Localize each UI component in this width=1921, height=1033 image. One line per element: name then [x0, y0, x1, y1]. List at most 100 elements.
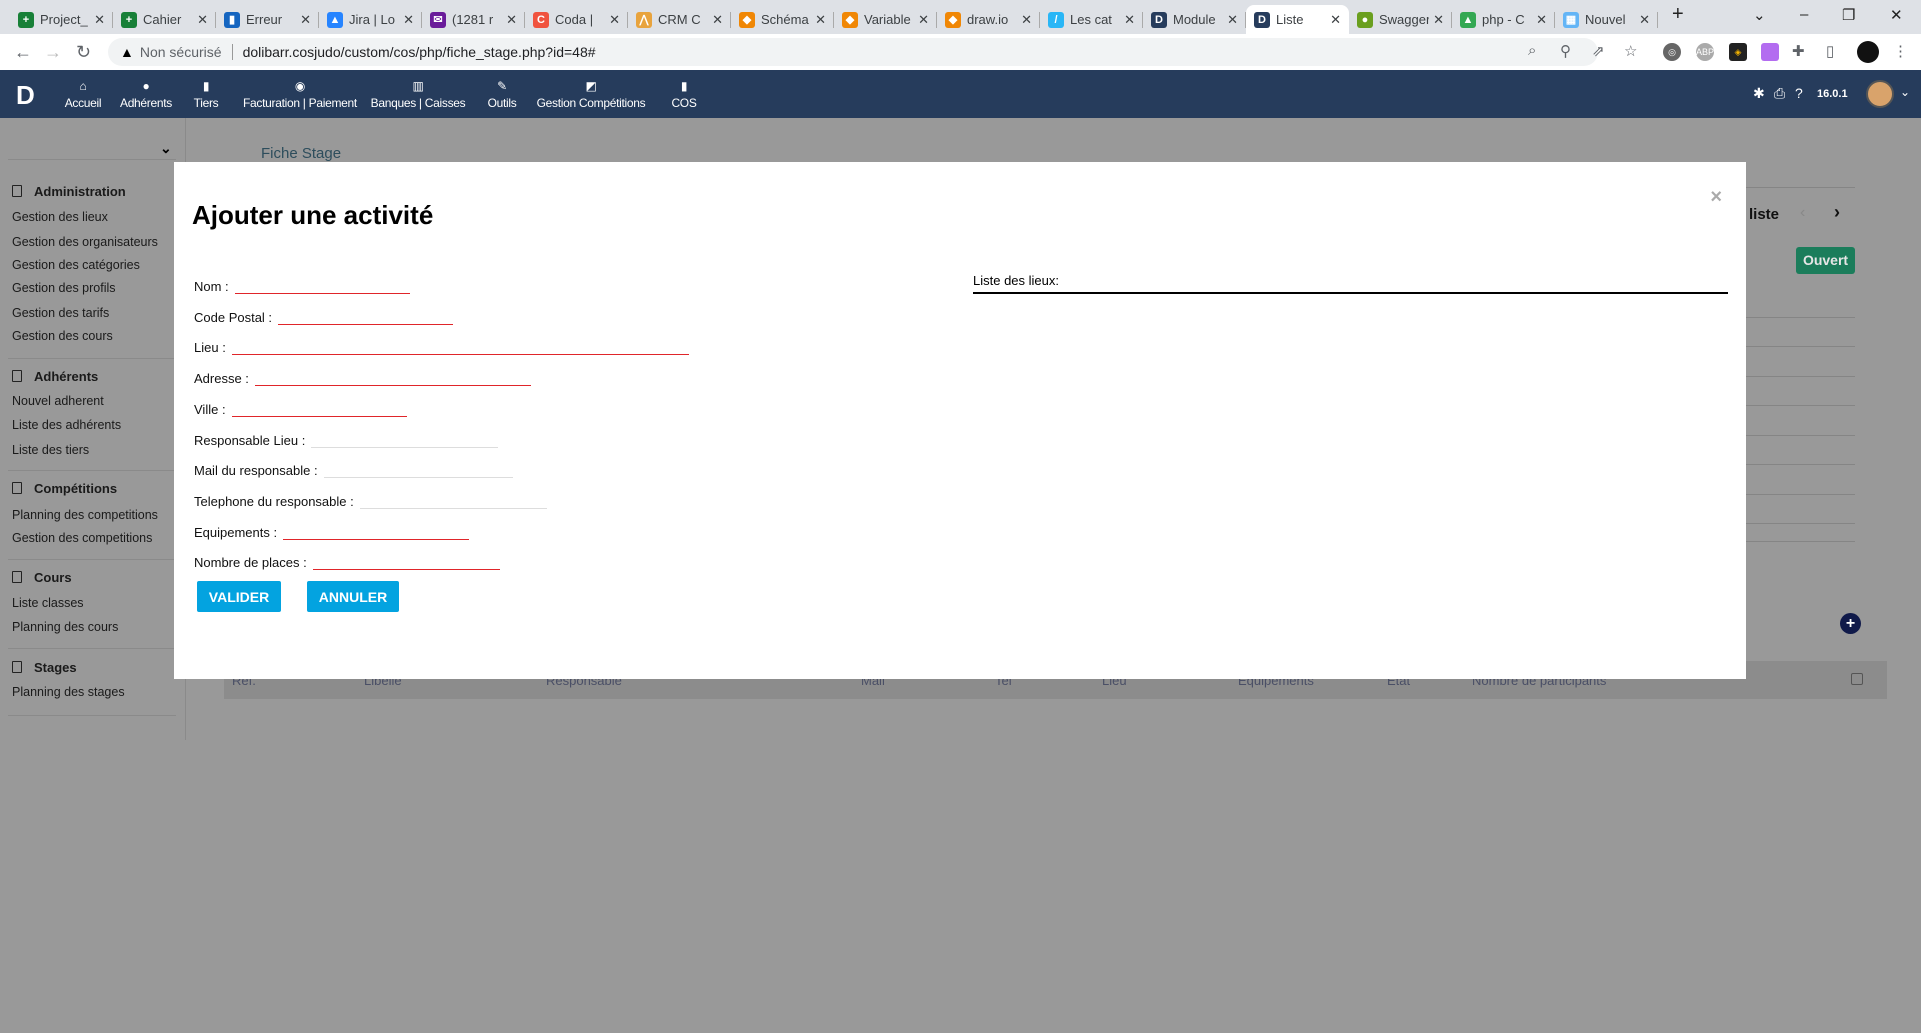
back-icon[interactable]: ← [14, 42, 32, 63]
nav-menu-outils[interactable]: ✎ Outils [482, 70, 522, 118]
close-tab-icon[interactable]: ✕ [1124, 12, 1135, 28]
sidebar-section-header[interactable]: Administration [12, 184, 126, 199]
sidebar-item[interactable]: Gestion des competitions [12, 531, 152, 545]
sidebar-item[interactable]: Liste des adhérents [12, 418, 121, 432]
sidebar-section-header[interactable]: Compétitions [12, 481, 117, 496]
adblock-icon[interactable]: ABP [1696, 43, 1714, 61]
browser-tab[interactable]: / Les cat ✕ [1040, 5, 1143, 34]
browser-tab[interactable]: ✉ (1281 r ✕ [422, 5, 525, 34]
close-tab-icon[interactable]: ✕ [1330, 12, 1341, 28]
next-icon[interactable]: › [1834, 202, 1840, 223]
field-input[interactable] [234, 272, 410, 294]
browser-tab[interactable]: ◆ Variable ✕ [834, 5, 937, 34]
close-tab-icon[interactable]: ✕ [197, 12, 208, 28]
browser-tab[interactable]: ● Swagger ✕ [1349, 5, 1452, 34]
restore-button[interactable]: ❐ [1842, 6, 1855, 24]
sidebar-section-header[interactable]: Stages [12, 660, 77, 675]
sidebar-item[interactable]: Liste classes [12, 596, 84, 610]
select-all-checkbox[interactable] [1851, 673, 1863, 685]
chevron-down-icon[interactable]: ⌄ [1900, 85, 1910, 99]
browser-tab[interactable]: ▮ Erreur ✕ [216, 5, 319, 34]
sidebar-item[interactable]: Gestion des profils [12, 281, 116, 295]
sidebar-item[interactable]: Planning des cours [12, 620, 118, 634]
close-tab-icon[interactable]: ✕ [1536, 12, 1547, 28]
back-to-list-link[interactable]: liste [1749, 206, 1779, 223]
bug-icon[interactable]: ✱ [1753, 85, 1765, 102]
close-tab-icon[interactable]: ✕ [94, 12, 105, 28]
dolibarr-logo[interactable]: D [16, 80, 35, 111]
close-tab-icon[interactable]: ✕ [1433, 12, 1444, 28]
browser-tab[interactable]: ▦ Nouvel ✕ [1555, 5, 1658, 34]
close-tab-icon[interactable]: ✕ [918, 12, 929, 28]
sidebar-item[interactable]: Gestion des organisateurs [12, 235, 158, 249]
nav-menu-tiers[interactable]: ▮ Tiers [190, 70, 222, 118]
close-tab-icon[interactable]: ✕ [1639, 12, 1650, 28]
sidebar-item[interactable]: Gestion des cours [12, 329, 113, 343]
browser-tab[interactable]: + Cahier ✕ [113, 5, 216, 34]
extension-icon[interactable] [1761, 43, 1779, 61]
field-input[interactable] [312, 548, 500, 571]
sidebar-section-header[interactable]: Cours [12, 570, 72, 585]
browser-tab[interactable]: D Liste ✕ [1246, 5, 1349, 34]
previous-icon[interactable]: ‹ [1800, 204, 1805, 222]
field-input[interactable] [283, 517, 470, 540]
help-icon[interactable]: ? [1795, 85, 1803, 101]
sidebar-item[interactable]: Nouvel adherent [12, 394, 104, 408]
close-tab-icon[interactable]: ✕ [403, 12, 414, 28]
forward-icon[interactable]: → [44, 42, 62, 63]
sidebar-item[interactable]: Gestion des lieux [12, 210, 108, 224]
reload-icon[interactable]: ↻ [76, 42, 91, 63]
menu-icon[interactable]: ⋮ [1893, 42, 1908, 60]
close-tab-icon[interactable]: ✕ [609, 12, 620, 28]
browser-tab[interactable]: D Module ✕ [1143, 5, 1246, 34]
browser-tab[interactable]: ◆ draw.io ✕ [937, 5, 1040, 34]
validate-button[interactable]: VALIDER [197, 581, 281, 612]
sidebar-item[interactable]: Planning des stages [12, 685, 125, 699]
browser-tab[interactable]: C Coda | ✕ [525, 5, 628, 34]
zoom-icon[interactable]: ⌕ [1528, 42, 1536, 59]
nav-menu-adhérents[interactable]: ● Adhérents [116, 70, 176, 118]
close-tab-icon[interactable]: ✕ [506, 12, 517, 28]
field-input[interactable] [359, 486, 547, 509]
print-icon[interactable]: ⎙ [1774, 85, 1785, 102]
sidebar-item[interactable]: Liste des tiers [12, 443, 89, 457]
close-tab-icon[interactable]: ✕ [712, 12, 723, 28]
nav-menu-accueil[interactable]: ⌂ Accueil [62, 70, 104, 118]
profile-avatar[interactable] [1857, 41, 1879, 63]
add-icon[interactable]: + [1840, 613, 1861, 634]
user-avatar[interactable] [1866, 80, 1894, 108]
browser-tab[interactable]: ⋀ CRM C ✕ [628, 5, 731, 34]
sidebar-section-header[interactable]: Adhérents [12, 369, 98, 384]
field-input[interactable] [231, 394, 407, 417]
sidebar-item[interactable]: Gestion des catégories [12, 258, 140, 272]
field-input[interactable] [231, 333, 689, 356]
nav-menu-cos[interactable]: ▮ COS [664, 70, 704, 118]
new-tab-button[interactable]: + [1672, 3, 1684, 26]
cancel-button[interactable]: ANNULER [307, 581, 399, 612]
nav-menu-gestion-compétitions[interactable]: ◩ Gestion Compétitions [534, 70, 648, 118]
location-icon[interactable]: ⚲ [1560, 42, 1571, 60]
sidebar-item[interactable]: Gestion des tarifs [12, 306, 109, 320]
extension-icon[interactable]: ◈ [1729, 43, 1747, 61]
close-tab-icon[interactable]: ✕ [1021, 12, 1032, 28]
puzzle-icon[interactable]: ✚ [1792, 42, 1805, 60]
browser-tab[interactable]: ◆ Schéma ✕ [731, 5, 834, 34]
browser-tab[interactable]: + Project_ ✕ [10, 5, 113, 34]
field-input[interactable] [311, 425, 499, 448]
url-input[interactable]: ▲ Non sécurisé dolibarr.cosjudo/custom/c… [108, 38, 1598, 66]
bookmark-star-icon[interactable]: ☆ [1624, 42, 1637, 60]
close-tab-icon[interactable]: ✕ [300, 12, 311, 28]
close-window-button[interactable]: ✕ [1890, 6, 1903, 24]
chevron-down-icon[interactable]: ⌄ [160, 140, 172, 157]
side-panel-icon[interactable]: ▯ [1826, 42, 1834, 60]
browser-tab[interactable]: ▲ Jira | Lo ✕ [319, 5, 422, 34]
browser-tab[interactable]: ▲ php - C ✕ [1452, 5, 1555, 34]
extension-icon[interactable]: ◎ [1663, 43, 1681, 61]
share-icon[interactable]: ⇗ [1592, 42, 1605, 60]
field-input[interactable] [278, 302, 454, 325]
field-input[interactable] [254, 364, 531, 387]
sidebar-item[interactable]: Planning des competitions [12, 508, 158, 522]
nav-menu-facturation-paiement[interactable]: ◉ Facturation | Paiement [240, 70, 360, 118]
close-icon[interactable]: × [1710, 186, 1722, 209]
field-input[interactable] [323, 456, 513, 479]
